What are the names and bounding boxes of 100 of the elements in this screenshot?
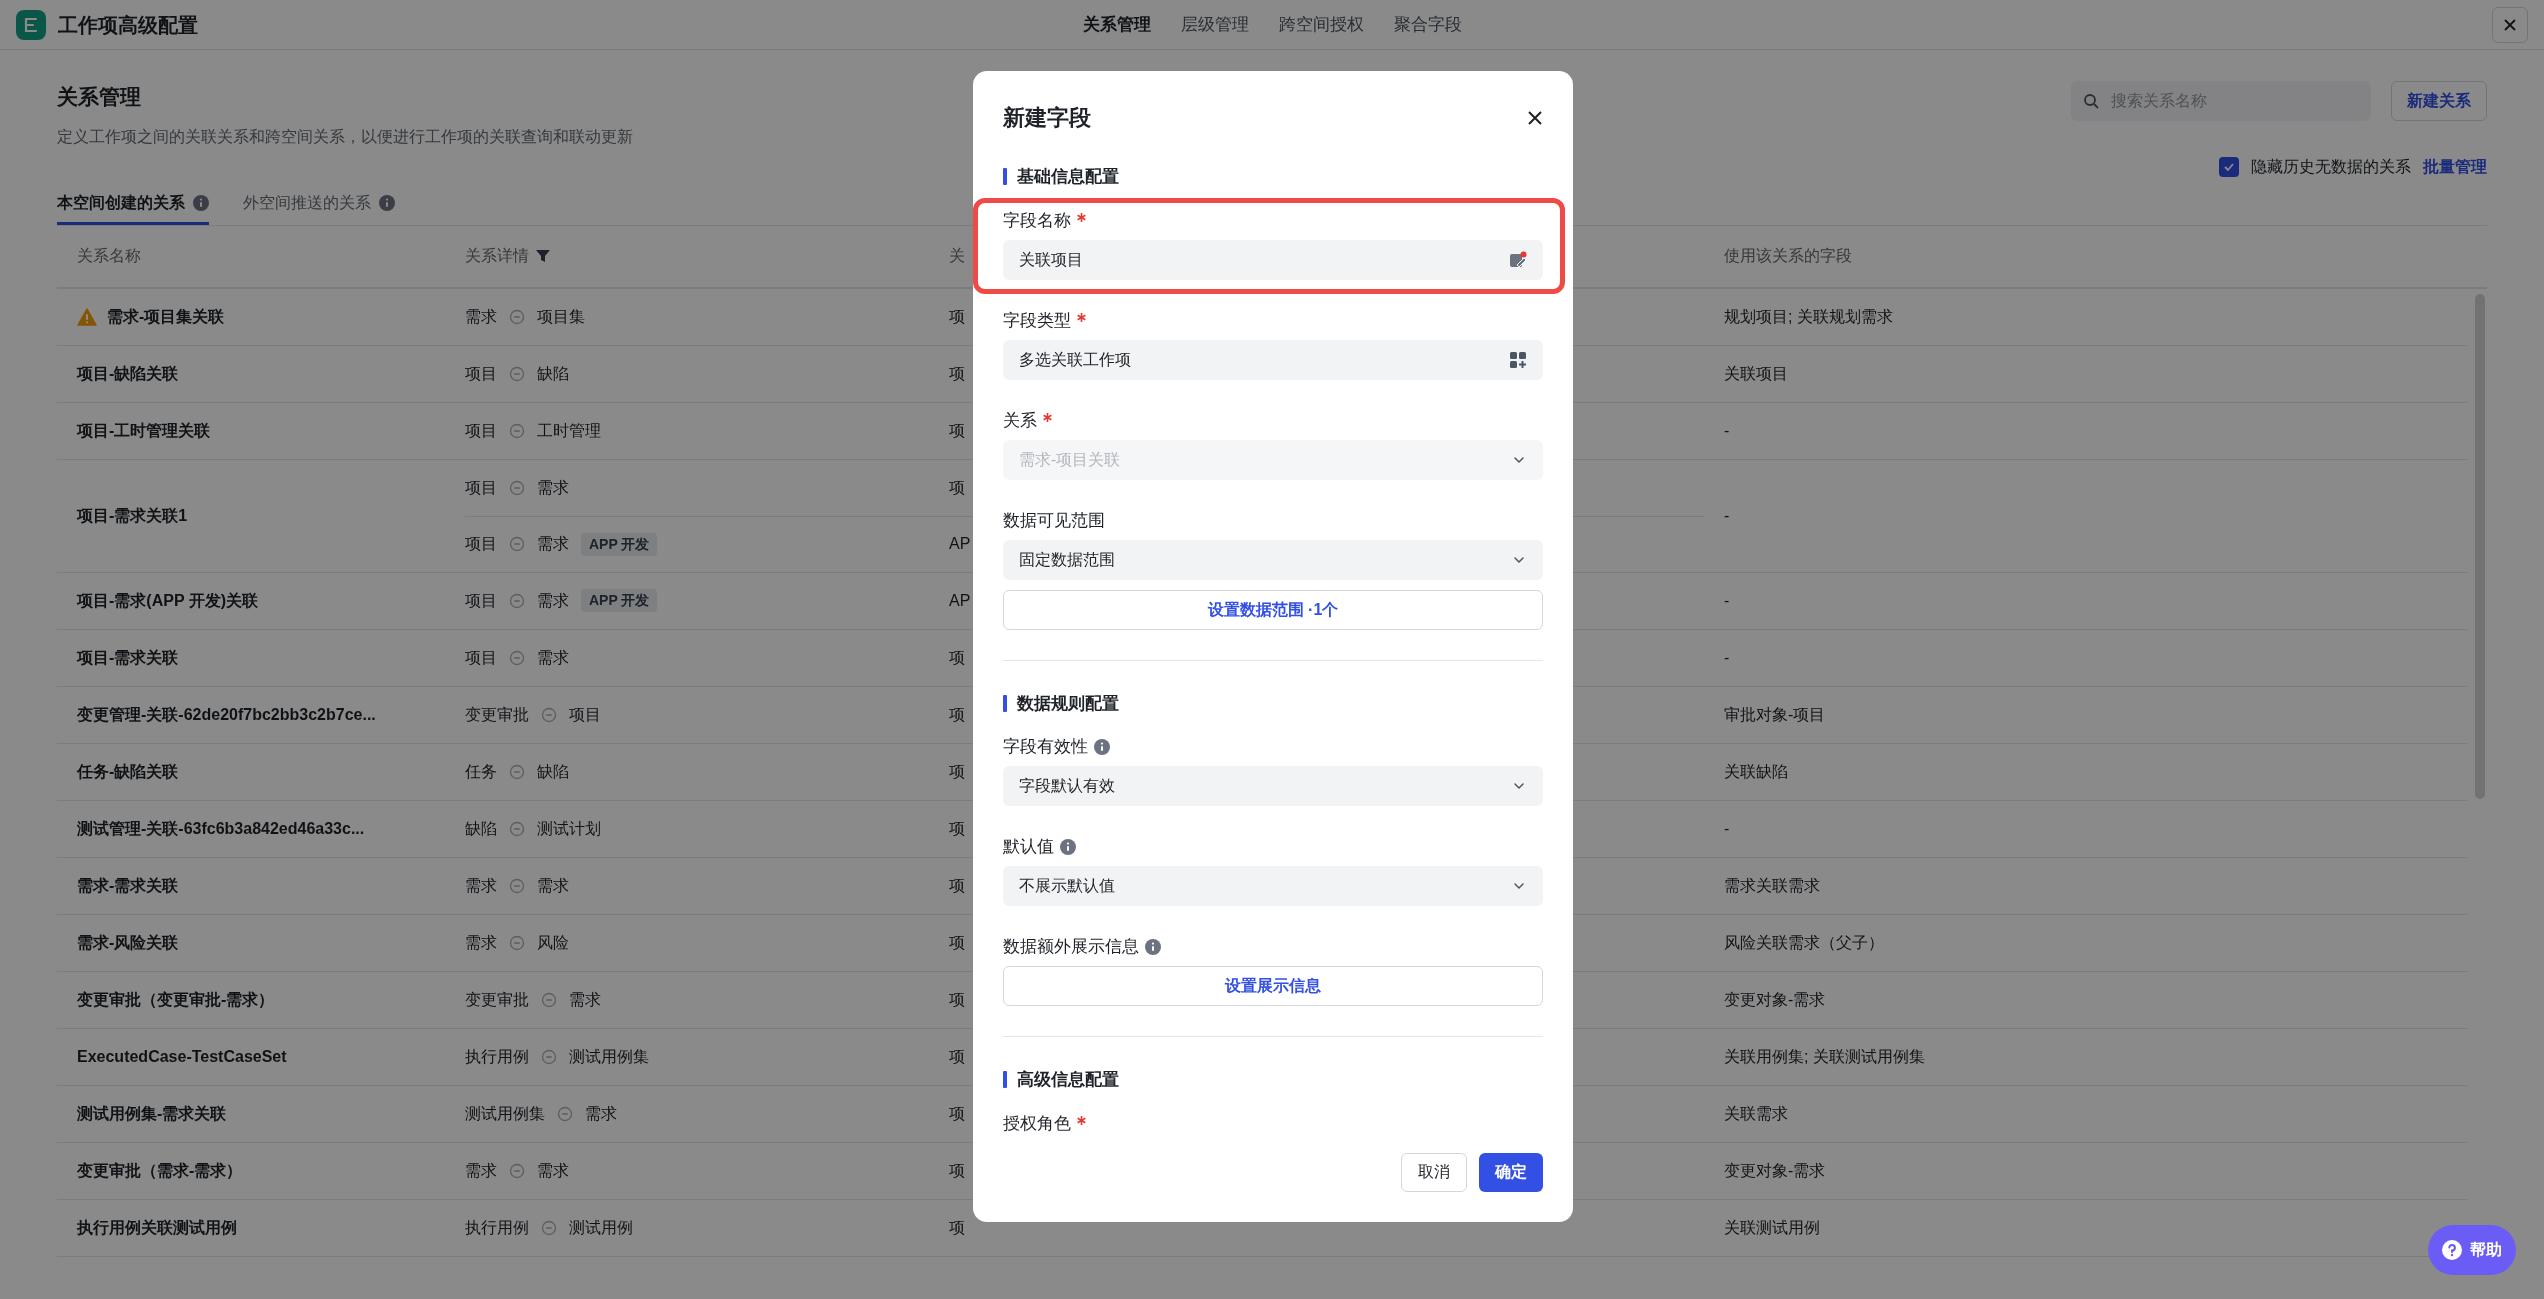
- help-button[interactable]: 帮助: [2428, 1225, 2516, 1275]
- table-cell-text: AP: [949, 534, 971, 554]
- table-cell-text: 项: [949, 761, 965, 782]
- info-icon: [1145, 939, 1161, 955]
- close-button[interactable]: [2492, 6, 2528, 43]
- field-label: 关系: [1003, 409, 1037, 432]
- section-marker: [1003, 694, 1007, 712]
- link-icon: [557, 1105, 573, 1122]
- relation-name: 测试用例集-需求关联: [77, 1103, 227, 1124]
- close-icon: [2502, 16, 2518, 33]
- select-field[interactable]: 固定数据范围: [1003, 539, 1543, 580]
- link-icon: [509, 934, 525, 951]
- entity-label: 需求: [537, 875, 569, 896]
- info-icon: [1094, 739, 1110, 755]
- entity-label: 项目: [465, 420, 497, 441]
- relation-name: 项目-工时管理关联: [77, 420, 211, 441]
- checkbox-label: 隐藏历史无数据的关系: [2251, 156, 2411, 177]
- field-names: -: [1724, 647, 1730, 668]
- field-names: 需求关联需求: [1724, 875, 1820, 896]
- settings-button[interactable]: 设置展示信息: [1003, 966, 1543, 1006]
- nav-tab[interactable]: 关系管理: [1082, 11, 1151, 38]
- settings-button[interactable]: 设置数据范围 ·1个: [1003, 589, 1543, 630]
- select-field[interactable]: 不展示默认值: [1003, 866, 1543, 906]
- app-logo-icon: [16, 9, 46, 40]
- field-label: 授权角色: [1003, 1112, 1071, 1135]
- entity-label: 测试用例: [569, 1217, 633, 1238]
- field-label: 数据额外展示信息: [1003, 936, 1139, 959]
- tab[interactable]: 本空间创建的关系: [57, 184, 209, 225]
- entity-label: 任务: [465, 761, 497, 782]
- cancel-button[interactable]: 取消: [1401, 1152, 1467, 1192]
- section-marker: [1003, 1071, 1007, 1089]
- field-names: 关联测试用例: [1724, 1217, 1820, 1238]
- relation-name: 执行用例关联测试用例: [77, 1217, 237, 1238]
- search-icon: [2083, 93, 2099, 109]
- entity-label: 测试计划: [537, 818, 601, 839]
- entity-label: 变更审批: [465, 704, 529, 725]
- input-field[interactable]: 关联项目: [1003, 239, 1543, 280]
- page-description: 定义工作项之间的关联关系和跨空间关系，以便进行工作项的关联查询和联动更新: [57, 126, 633, 147]
- table-cell-text: 项: [949, 818, 965, 839]
- select-field[interactable]: 字段默认有效: [1003, 766, 1543, 806]
- entity-label: 需求: [465, 1160, 497, 1181]
- table-cell-text: 项: [949, 989, 965, 1010]
- entity-label: 缺陷: [537, 761, 569, 782]
- entity-label: 缺陷: [465, 818, 497, 839]
- table-cell-text: 项: [949, 1160, 965, 1181]
- space-tag: APP 开发: [581, 589, 658, 612]
- column-header: 关: [949, 246, 965, 266]
- input-field[interactable]: 多选关联工作项: [1003, 339, 1543, 380]
- table-cell-text: 项: [949, 477, 965, 498]
- entity-label: 项目: [465, 477, 497, 498]
- relation-name: 变更管理-关联-62de20f7bc2bb3c2b7ce...: [77, 704, 376, 725]
- entity-label: 需求: [465, 932, 497, 953]
- entity-label: 需求: [537, 590, 569, 611]
- link-icon: [509, 365, 525, 382]
- edit-icon[interactable]: [1509, 250, 1527, 269]
- section-title: 数据规则配置: [1017, 692, 1119, 715]
- filter-icon[interactable]: [535, 248, 551, 264]
- nav-tab[interactable]: 层级管理: [1180, 11, 1249, 38]
- relation-name: 项目-需求关联: [77, 647, 179, 668]
- close-icon[interactable]: [1527, 109, 1543, 126]
- relation-name: 需求-风险关联: [77, 932, 179, 953]
- checkbox[interactable]: [2219, 156, 2239, 177]
- relation-name: 变更审批（需求-需求）: [77, 1160, 243, 1181]
- relation-name: 项目-缺陷关联: [77, 363, 179, 384]
- entity-label: 项目: [569, 704, 601, 725]
- grid-plus-icon[interactable]: [1509, 350, 1527, 369]
- field-names: -: [1724, 505, 1730, 526]
- field-label: 字段名称: [1003, 209, 1071, 232]
- entity-label: 变更审批: [465, 989, 529, 1010]
- entity-label: 需求: [465, 306, 497, 327]
- relation-name: 项目-需求(APP 开发)关联: [77, 590, 259, 611]
- tab[interactable]: 外空间推送的关系: [243, 184, 395, 225]
- table-cell-text: 项: [949, 420, 965, 441]
- nav-tab[interactable]: 跨空间授权: [1278, 11, 1364, 38]
- table-cell-text: 项: [949, 363, 965, 384]
- field-names: 变更对象-需求: [1724, 989, 1826, 1010]
- entity-label: 需求: [537, 534, 569, 554]
- info-icon: [1060, 839, 1076, 855]
- entity-label: 工时管理: [537, 420, 601, 441]
- field-names: -: [1724, 818, 1730, 839]
- entity-label: 项目: [465, 647, 497, 668]
- column-header: 关系名称: [76, 246, 142, 266]
- link-icon: [541, 1219, 557, 1236]
- link-icon: [509, 479, 525, 496]
- entity-label: 缺陷: [537, 363, 569, 384]
- link-icon: [541, 1048, 557, 1065]
- field-names: 关联用例集; 关联测试用例集: [1724, 1046, 1925, 1067]
- column-header: 使用该关系的字段: [1723, 246, 1853, 266]
- relation-name: 需求-项目集关联: [107, 306, 225, 327]
- batch-manage-link[interactable]: 批量管理: [2423, 154, 2487, 179]
- field-names: 规划项目; 关联规划需求: [1724, 306, 1893, 327]
- entity-label: 需求: [537, 647, 569, 668]
- relation-name: 变更审批（变更审批-需求）: [77, 989, 275, 1010]
- scrollbar[interactable]: [2475, 293, 2485, 799]
- confirm-button[interactable]: 确定: [1479, 1152, 1543, 1192]
- entity-label: 需求: [465, 875, 497, 896]
- nav-tab[interactable]: 聚合字段: [1393, 11, 1462, 38]
- new-relation-button[interactable]: 新建关系: [2391, 81, 2487, 121]
- table-cell-text: 项: [949, 306, 965, 327]
- relation-name: 项目-需求关联1: [77, 505, 188, 526]
